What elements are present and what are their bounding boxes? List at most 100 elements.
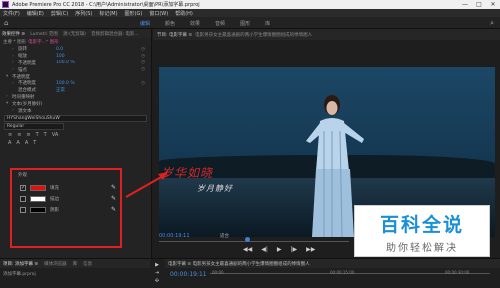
tsume-icon[interactable]: T (33, 140, 36, 146)
minimize-button[interactable]: — (458, 0, 472, 9)
ripple-edit-tool-icon[interactable]: ✣ (152, 277, 162, 285)
align-right-icon[interactable]: ≡ (26, 132, 30, 138)
fill-color-swatch[interactable] (30, 184, 46, 191)
bottom-panels: 项目: 添加字幕 ≡ 媒体浏览器 库 信息 添加字幕.prproj ▶ ⇥ ✣ … (0, 258, 500, 288)
fill-checkbox[interactable]: ✓ (20, 184, 26, 191)
program-playhead[interactable] (245, 237, 250, 242)
menu-file[interactable]: 文件(F) (3, 10, 20, 17)
tracking-icon[interactable]: VA (52, 132, 59, 138)
eyedropper-icon[interactable]: ✎ (111, 206, 116, 213)
property-group-row: › 时间重映射 (0, 94, 151, 101)
property-value[interactable]: 100 (56, 54, 65, 59)
menu-edit[interactable]: 编辑(E) (27, 10, 44, 17)
disclosure-icon[interactable]: › (12, 81, 16, 86)
timeline-header[interactable]: 电影字幕 ≡ 电影男孩女主最喜通剧的两小学生爆情圈圈组成的悸情圈人 (165, 259, 500, 268)
property-row: › 不透明度 100.0 % ◷ (0, 60, 151, 67)
menu-graphics[interactable]: 图形(G) (125, 10, 143, 17)
go-to-in-button[interactable]: ◀| (261, 246, 268, 253)
program-monitor-title[interactable]: 节目: 电影字幕 ≡ (157, 32, 192, 38)
tab-project[interactable]: 项目: 添加字幕 ≡ (3, 261, 38, 267)
tab-libraries[interactable]: 库 (73, 261, 78, 267)
stopwatch-icon[interactable]: ◷ (141, 54, 145, 59)
disclosure-icon[interactable]: › (12, 60, 16, 65)
bold-icon[interactable]: T (36, 132, 39, 138)
kerning-icon[interactable]: A (8, 140, 11, 146)
align-center-icon[interactable]: ≡ (17, 132, 21, 138)
tab-info[interactable]: 信息 (83, 261, 92, 267)
italic-icon[interactable]: T (44, 132, 47, 138)
tab-lumetri-scopes[interactable]: Lumetri 范围 (30, 31, 58, 37)
subtitle-line-white[interactable]: 岁月静好 (197, 183, 233, 194)
zoom-fit-select[interactable]: 适合 (220, 233, 229, 239)
stopwatch-icon[interactable]: ◷ (141, 60, 145, 65)
align-left-icon[interactable]: ≡ (8, 132, 12, 138)
property-row: › 不透明度 100.0 % ◷ (0, 80, 151, 87)
play-button[interactable]: ▶ (277, 246, 282, 253)
project-file-name[interactable]: 添加字幕.prproj (3, 271, 36, 277)
search-icon[interactable]: ⌕ (490, 19, 494, 28)
workspace-tab-libraries[interactable]: 库 (265, 20, 270, 27)
premiere-app-icon (2, 1, 9, 8)
window-title: Adobe Premiere Pro CC 2018 - C:\用户\Admin… (12, 2, 200, 8)
tab-audio-mixer[interactable]: 音频剪辑混合器: 电影... (91, 31, 139, 37)
tab-source[interactable]: 源:(无剪辑) (63, 31, 86, 37)
menu-sequence[interactable]: 序列(S) (75, 10, 92, 17)
step-back-button[interactable]: ◀◀ (243, 246, 252, 253)
property-value[interactable]: 100.0 % (56, 81, 75, 86)
timeline-tick-label: 00:00:30:00 (445, 270, 470, 275)
workspace-tab-audio[interactable]: 音频 (215, 20, 225, 27)
disclosure-icon[interactable]: › (12, 47, 16, 52)
menu-marker[interactable]: 标记(M) (99, 10, 117, 17)
workspace-bar: ⌂ 编辑 颜色 效果 音频 图形 库 ⌕ (0, 17, 500, 29)
timeline-timecode[interactable]: 00:00:19:11 (170, 271, 207, 278)
font-family-select[interactable]: HYShangWeiShouShuW (4, 114, 147, 122)
eyedropper-icon[interactable]: ✎ (111, 195, 116, 202)
workspace-tab-graphics[interactable]: 图形 (240, 20, 250, 27)
property-row: › 锚点 ◷ (0, 66, 151, 73)
stroke-checkbox[interactable] (20, 195, 26, 202)
track-select-tool-icon[interactable]: ⇥ (152, 269, 162, 277)
step-forward-button[interactable]: ▶▶ (306, 246, 315, 253)
baseline-icon[interactable]: A (25, 140, 28, 146)
property-row: › 源文本 (0, 107, 151, 114)
disclosure-icon[interactable]: ▾ (6, 74, 10, 79)
eyedropper-icon[interactable]: ✎ (111, 184, 116, 191)
menu-window[interactable]: 窗口(W) (149, 10, 168, 17)
menu-clip[interactable]: 剪辑(C) (51, 10, 68, 17)
stopwatch-icon[interactable]: ◷ (141, 47, 145, 52)
program-timecode[interactable]: 00:00:19:11 (159, 233, 190, 239)
font-style-select[interactable]: Regular (4, 122, 64, 130)
home-icon[interactable]: ⌂ (4, 19, 8, 27)
stroke-color-swatch[interactable] (30, 195, 46, 202)
property-value[interactable]: 0.0 (56, 47, 63, 52)
fill-row: ✓ 填充 ✎ (12, 182, 120, 193)
disclosure-icon[interactable]: › (6, 94, 10, 99)
shadow-color-swatch[interactable] (30, 206, 46, 213)
subtitle-line-red[interactable]: 岁华如晓 (161, 164, 213, 181)
property-row: 混合模式 正常 (0, 87, 151, 94)
maximize-button[interactable]: □ (472, 0, 486, 9)
go-to-out-button[interactable]: |▶ (291, 246, 298, 253)
sequence-clip-label[interactable]: 电影字...* 图形 (28, 39, 58, 45)
disclosure-icon[interactable]: › (12, 67, 16, 72)
workspace-tab-edit[interactable]: 编辑 (140, 20, 150, 27)
disclosure-icon[interactable]: ▾ (6, 101, 10, 106)
blend-mode-select[interactable]: 正常 (56, 87, 65, 93)
effect-controls-tabs: 效果控件 ≡ Lumetri 范围 源:(无剪辑) 音频剪辑混合器: 电影... (0, 29, 151, 38)
leading-icon[interactable]: A (16, 140, 19, 146)
tab-effect-controls[interactable]: 效果控件 ≡ (2, 31, 25, 37)
selection-tool-icon[interactable]: ▶ (152, 261, 162, 269)
stopwatch-icon[interactable]: ◷ (141, 67, 145, 72)
appearance-header: 外观 (18, 173, 27, 178)
workspace-tab-color[interactable]: 颜色 (165, 20, 175, 27)
disclosure-icon[interactable]: › (12, 108, 16, 113)
disclosure-icon[interactable]: › (12, 54, 16, 59)
menu-help[interactable]: 帮助(H) (175, 10, 193, 17)
tab-media-browser[interactable]: 媒体浏览器 (44, 261, 67, 267)
program-scrub-bar[interactable] (159, 241, 349, 242)
stopwatch-icon[interactable]: ◷ (141, 81, 145, 86)
property-value[interactable]: 100.0 % (56, 60, 75, 65)
shadow-checkbox[interactable] (20, 206, 26, 213)
close-button[interactable]: ✕ (486, 0, 500, 9)
workspace-tab-effects[interactable]: 效果 (190, 20, 200, 27)
